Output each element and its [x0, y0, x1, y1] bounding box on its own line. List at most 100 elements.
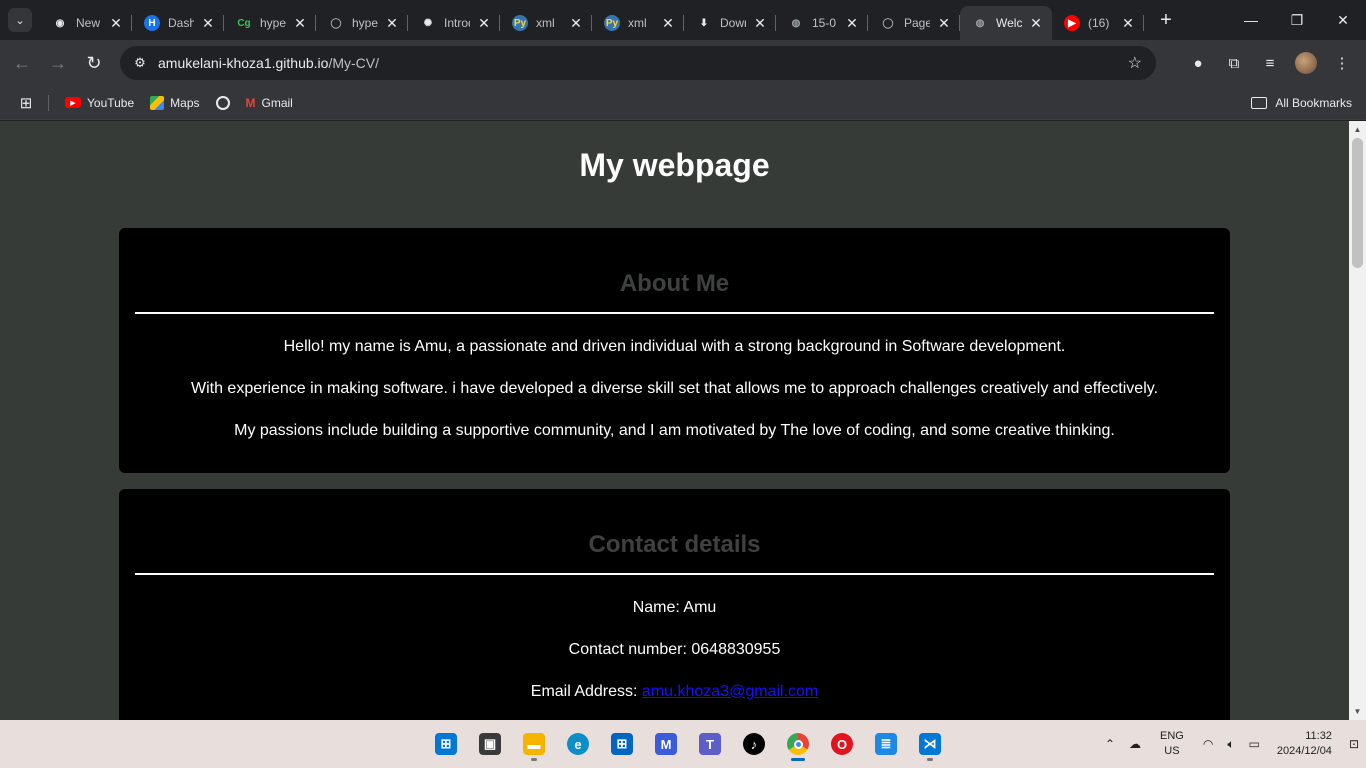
page-viewport[interactable]: My webpage About Me Hello! my name is Am…: [0, 121, 1366, 720]
opera-button[interactable]: O: [824, 726, 860, 762]
vscode-button[interactable]: ⋊: [912, 726, 948, 762]
wifi-icon[interactable]: ◠: [1196, 737, 1220, 751]
tab-close-icon[interactable]: ✕: [752, 15, 768, 32]
browser-tab[interactable]: ◍ Welcome ✕: [960, 6, 1052, 40]
tab-close-icon[interactable]: ✕: [108, 15, 124, 32]
back-arrow-icon[interactable]: ←: [4, 45, 40, 81]
about-paragraph: With experience in making software. i ha…: [190, 380, 1159, 397]
edge-button[interactable]: e: [560, 726, 596, 762]
browser-toolbar: ← → ↻ ⚙ amukelani-khoza1.github.io/My-CV…: [0, 40, 1366, 86]
tab-close-icon[interactable]: ✕: [936, 15, 952, 32]
chrome-button[interactable]: [780, 726, 816, 762]
chrome-icon: ◉: [55, 17, 65, 29]
notifications-icon[interactable]: ⊡: [1342, 737, 1366, 751]
store-icon: ⊞: [611, 733, 633, 755]
globe-icon: ◍: [791, 17, 801, 29]
mouse-extension-icon[interactable]: ●: [1182, 45, 1214, 81]
new-tab-plus-icon[interactable]: +: [1152, 6, 1180, 34]
notepad-icon: ≣: [875, 733, 897, 755]
tab-close-icon[interactable]: ✕: [1120, 15, 1136, 32]
clock[interactable]: 11:32 2024/12/04: [1267, 729, 1342, 759]
tab-title: Downloads: [720, 16, 746, 30]
tab-close-icon[interactable]: ✕: [568, 15, 584, 32]
tab-close-icon[interactable]: ✕: [844, 15, 860, 32]
youtube-icon: ▶: [65, 97, 81, 108]
bookmark-gmail[interactable]: M Gmail: [238, 96, 301, 110]
tab-close-icon[interactable]: ✕: [292, 15, 308, 32]
volume-icon[interactable]: 🔈︎: [1220, 737, 1241, 752]
language-indicator[interactable]: ENG US: [1148, 729, 1196, 759]
maps-icon: [150, 95, 165, 110]
browser-tab[interactable]: ◯ hyperiondev ✕: [316, 6, 408, 40]
bookmark-star-icon[interactable]: ☆: [1128, 53, 1142, 73]
reload-icon[interactable]: ↻: [76, 45, 112, 81]
browser-tab[interactable]: Py xml ✕: [592, 6, 684, 40]
tab-title: Dashboard: [168, 16, 194, 30]
url-path: /My-CV/: [328, 55, 380, 71]
show-hidden-icons-chevron-icon[interactable]: ⌃: [1098, 737, 1122, 751]
chrome-icon: [787, 733, 809, 755]
browser-tab[interactable]: ◍ 15-0 ✕: [776, 6, 868, 40]
scroll-thumb[interactable]: [1352, 138, 1363, 268]
store-button[interactable]: ⊞: [604, 726, 640, 762]
browser-tab[interactable]: ◯ Pages ✕: [868, 6, 960, 40]
scroll-down-arrow-icon[interactable]: ▼: [1349, 703, 1366, 720]
page-title: My webpage: [579, 147, 770, 183]
bookmark-divider: [48, 94, 49, 111]
bookmark-globe[interactable]: [208, 95, 238, 110]
start-button[interactable]: ⊞: [428, 726, 464, 762]
github-icon: ◯: [330, 17, 342, 29]
file-explorer-button[interactable]: ▬: [516, 726, 552, 762]
battery-icon[interactable]: ▭: [1242, 737, 1267, 751]
address-bar[interactable]: ⚙ amukelani-khoza1.github.io/My-CV/ ☆: [120, 46, 1156, 80]
browser-tab[interactable]: ✺ Introduction ✕: [408, 6, 500, 40]
openai-icon: ✺: [423, 17, 433, 29]
minimize-icon[interactable]: —: [1228, 0, 1274, 40]
tiktok-button[interactable]: ♪: [736, 726, 772, 762]
tab-title: hyperiondev: [260, 16, 286, 30]
tab-search-chevron-icon[interactable]: ⌄: [8, 8, 32, 32]
bookmark-youtube-label: YouTube: [87, 95, 135, 110]
tab-title: hyperiondev: [352, 16, 378, 30]
email-link[interactable]: amu.khoza3@gmail.com: [642, 683, 818, 700]
media-control-icon[interactable]: ≡: [1254, 45, 1286, 81]
browser-tab[interactable]: ⬇ Downloads ✕: [684, 6, 776, 40]
vpn-button[interactable]: M: [648, 726, 684, 762]
vertical-scrollbar[interactable]: ▲ ▼: [1349, 121, 1366, 720]
bookmark-youtube[interactable]: ▶ YouTube: [57, 96, 142, 110]
task-view-button[interactable]: ▣: [472, 726, 508, 762]
url-text[interactable]: amukelani-khoza1.github.io/My-CV/: [158, 55, 379, 71]
browser-tab[interactable]: ▶ (16) ✕: [1052, 6, 1144, 40]
tab-close-icon[interactable]: ✕: [384, 15, 400, 32]
codegrade-icon: Cg: [237, 17, 251, 29]
apps-grid-icon[interactable]: ⊞: [8, 94, 44, 112]
globe-icon: ◍: [975, 17, 985, 29]
tab-close-icon[interactable]: ✕: [200, 15, 216, 32]
tab-title: Pages: [904, 16, 930, 30]
language-code: ENG: [1160, 730, 1184, 742]
browser-tab[interactable]: ◉ New Tab ✕: [40, 6, 132, 40]
notepad-button[interactable]: ≣: [868, 726, 904, 762]
menu-kebab-icon[interactable]: ⋮: [1326, 45, 1358, 81]
bookmark-maps[interactable]: Maps: [142, 95, 207, 110]
browser-tab[interactable]: Cg hyperiondev ✕: [224, 6, 316, 40]
scroll-up-arrow-icon[interactable]: ▲: [1349, 121, 1366, 138]
about-paragraph: My passions include building a supportiv…: [234, 422, 1115, 439]
all-bookmarks-button[interactable]: All Bookmarks: [1251, 96, 1352, 110]
site-info-icon[interactable]: ⚙: [128, 55, 152, 71]
about-card: About Me Hello! my name is Amu, a passio…: [119, 228, 1230, 473]
forward-arrow-icon[interactable]: →: [40, 45, 76, 81]
browser-tab[interactable]: H Dashboard ✕: [132, 6, 224, 40]
tab-title: (16): [1088, 16, 1110, 30]
onedrive-cloud-icon[interactable]: ☁: [1122, 737, 1148, 751]
teams-button[interactable]: T: [692, 726, 728, 762]
taskbar-apps: ⊞ ▣ ▬ e ⊞ M T ♪ O ≣ ⋊: [428, 726, 948, 762]
browser-tab[interactable]: Py xml ✕: [500, 6, 592, 40]
profile-avatar[interactable]: [1290, 45, 1322, 81]
close-window-icon[interactable]: ✕: [1320, 0, 1366, 40]
tab-close-icon[interactable]: ✕: [660, 15, 676, 32]
tab-close-icon[interactable]: ✕: [1028, 15, 1044, 32]
tab-close-icon[interactable]: ✕: [476, 15, 492, 32]
extensions-puzzle-icon[interactable]: ⧉: [1218, 45, 1250, 81]
restore-icon[interactable]: ❐: [1274, 0, 1320, 40]
